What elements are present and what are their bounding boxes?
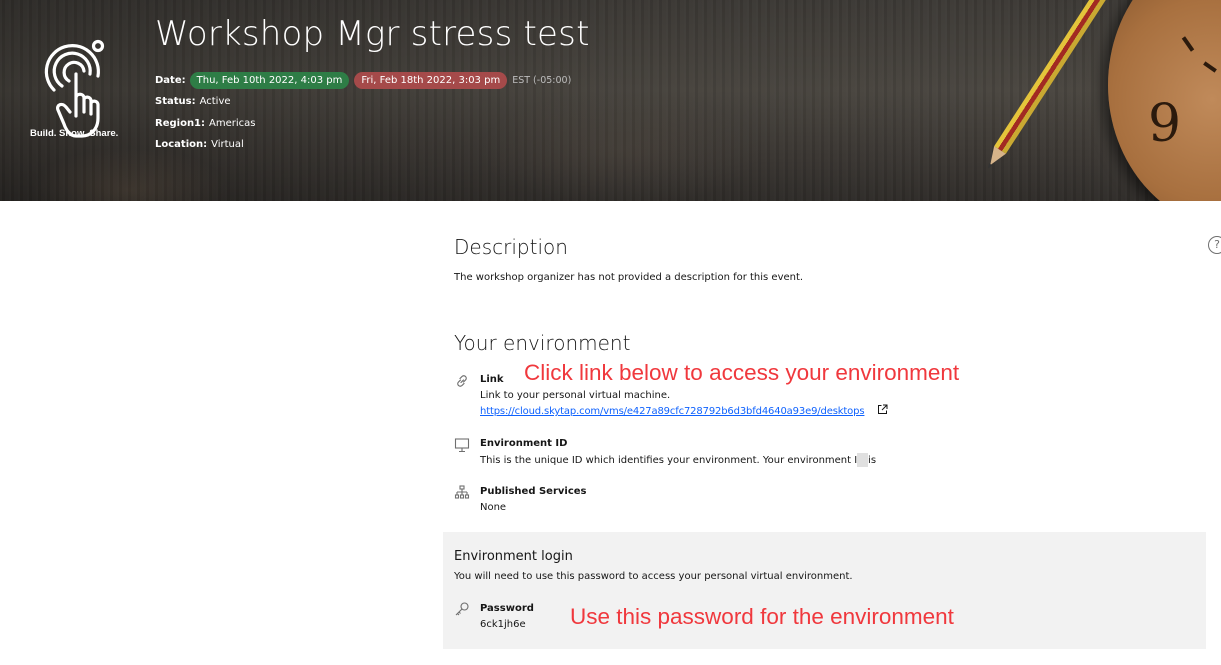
password-value[interactable]: 6ck1jh6e: [480, 619, 526, 630]
environment-url-link[interactable]: https://cloud.skytap.com/vms/e427a89cfc7…: [480, 406, 865, 417]
link-label: Link: [480, 374, 504, 385]
environment-id-description: This is the unique ID which identifies y…: [480, 455, 877, 466]
password-label: Password: [480, 603, 534, 614]
end-date-badge: Fri, Feb 18th 2022, 3:03 pm: [354, 72, 508, 89]
status-label: Status:: [155, 96, 196, 107]
timezone-label: EST (-05:00): [512, 75, 572, 86]
start-date-badge: Thu, Feb 10th 2022, 4:03 pm: [189, 72, 350, 89]
environment-title: Your environment: [454, 331, 631, 355]
region-value: Americas: [209, 118, 256, 129]
login-title: Environment login: [454, 549, 573, 564]
date-label: Date:: [155, 75, 186, 86]
location-value: Virtual: [211, 139, 244, 150]
description-text: The workshop organizer has not provided …: [454, 272, 804, 283]
region-label: Region1:: [155, 118, 206, 129]
external-link-icon[interactable]: [877, 404, 888, 415]
help-icon[interactable]: ?: [1208, 236, 1221, 254]
event-location-row: Location: Virtual: [155, 139, 244, 150]
environment-id-label: Environment ID: [480, 438, 568, 449]
description-title: Description: [454, 235, 568, 259]
event-region-row: Region1: Americas: [155, 118, 255, 129]
event-title: Workshop Mgr stress test: [155, 14, 590, 54]
link-annotation: Click link below to access your environm…: [524, 360, 960, 385]
clock-numeral: 9: [1148, 94, 1182, 154]
logo-tagline: Build. Show. Share.: [30, 128, 119, 139]
published-services-label: Published Services: [480, 486, 587, 497]
published-services-value: None: [480, 502, 507, 513]
event-header-banner: 9 Build. Show. Share. Workshop Mgr stres…: [0, 0, 1221, 201]
location-label: Location:: [155, 139, 208, 150]
key-icon: [455, 602, 469, 616]
event-status-row: Status: Active: [155, 96, 231, 107]
link-description: Link to your personal virtual machine.: [480, 390, 671, 401]
event-date-row: Date: Thu, Feb 10th 2022, 4:03 pm Fri, F…: [155, 72, 571, 89]
status-value: Active: [199, 96, 231, 107]
network-icon: [454, 485, 470, 499]
environment-id-value: [857, 453, 868, 467]
login-description: You will need to use this password to ac…: [454, 571, 853, 582]
touch-logo-icon: [44, 39, 105, 138]
link-icon: [457, 375, 467, 387]
password-annotation: Use this password for the environment: [570, 604, 954, 629]
monitor-icon: [454, 438, 470, 453]
